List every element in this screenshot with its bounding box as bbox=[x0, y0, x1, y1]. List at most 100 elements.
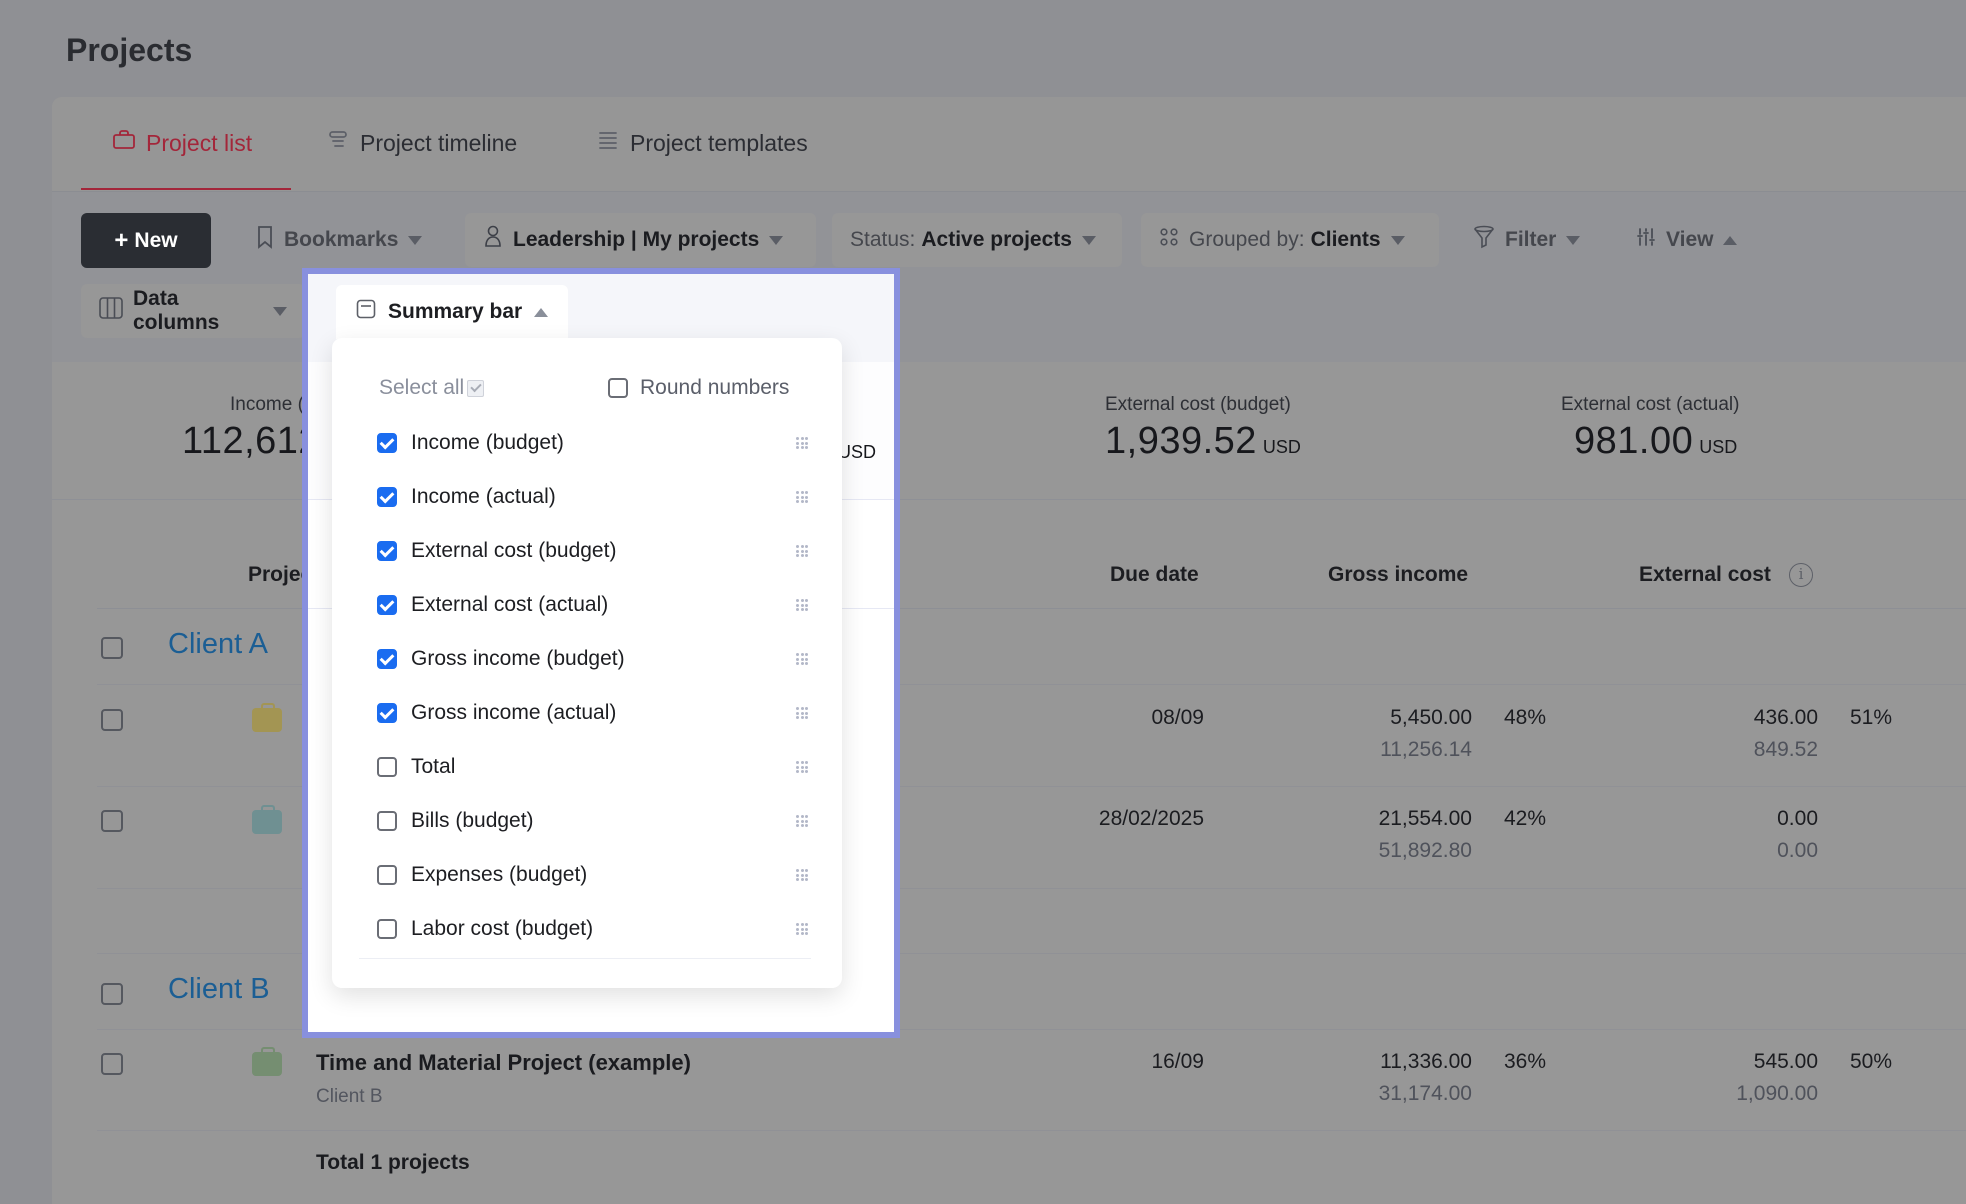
external-cost-budget: 1,090.00 bbox=[1736, 1082, 1818, 1105]
checkbox-unchecked[interactable] bbox=[377, 919, 397, 939]
summary-option[interactable]: Expenses (budget) bbox=[377, 855, 812, 895]
menu-divider bbox=[359, 958, 811, 959]
summary-option[interactable]: Gross income (actual) bbox=[377, 693, 812, 733]
summary-bar-label: Summary bar bbox=[388, 300, 523, 323]
scope-dropdown[interactable]: Leadership | My projects bbox=[465, 213, 816, 267]
drag-handle-icon[interactable] bbox=[796, 869, 812, 881]
summary-option-label: Income (actual) bbox=[411, 485, 556, 508]
group-checkbox[interactable] bbox=[101, 983, 123, 1005]
scope-label: Leadership | My projects bbox=[513, 228, 760, 251]
tab-project-timeline[interactable]: Project timeline bbox=[326, 128, 517, 158]
plus-icon: + bbox=[114, 226, 129, 254]
view-label: View bbox=[1666, 228, 1714, 251]
status-value: Active projects bbox=[921, 228, 1072, 251]
drag-handle-icon[interactable] bbox=[796, 599, 812, 611]
page-title: Projects bbox=[66, 32, 193, 68]
view-dropdown[interactable]: View bbox=[1618, 213, 1755, 267]
summary-option[interactable]: Income (actual) bbox=[377, 477, 812, 517]
checkbox-checked[interactable] bbox=[377, 703, 397, 723]
chevron-down-icon bbox=[769, 235, 784, 245]
group-checkbox[interactable] bbox=[101, 637, 123, 659]
tab-project-list[interactable]: Project list bbox=[112, 128, 252, 158]
summary-option[interactable]: External cost (actual) bbox=[377, 585, 812, 625]
summary-option[interactable]: Total bbox=[377, 747, 812, 787]
info-icon[interactable]: i bbox=[1789, 563, 1813, 587]
drag-handle-icon[interactable] bbox=[796, 923, 812, 935]
row-checkbox[interactable] bbox=[101, 1053, 123, 1075]
grouped-by-dropdown[interactable]: Grouped by: Clients bbox=[1141, 213, 1439, 267]
bookmark-icon bbox=[256, 225, 274, 255]
status-dropdown[interactable]: Status: Active projects bbox=[832, 213, 1122, 267]
column-header-due-date[interactable]: Due date bbox=[1110, 563, 1199, 587]
column-header-gross-income[interactable]: Gross income bbox=[1328, 563, 1468, 587]
drag-handle-icon[interactable] bbox=[796, 653, 812, 665]
chevron-up-icon bbox=[534, 307, 549, 317]
external-cost-value: 545.00 bbox=[1753, 1050, 1818, 1073]
bookmarks-dropdown[interactable]: Bookmarks bbox=[238, 213, 440, 267]
round-numbers-option[interactable]: Round numbers bbox=[608, 376, 789, 400]
summary-option-label: External cost (budget) bbox=[411, 539, 617, 562]
round-numbers-label: Round numbers bbox=[640, 376, 790, 399]
grouped-value: Clients bbox=[1310, 228, 1381, 251]
column-header-external-cost[interactable]: External cost bbox=[1639, 563, 1771, 587]
gross-income-percent: 36% bbox=[1504, 1050, 1547, 1073]
client-group-link[interactable]: Client A bbox=[168, 628, 268, 661]
select-all-checkbox[interactable] bbox=[467, 379, 485, 397]
grouped-prefix: Grouped by: bbox=[1189, 228, 1305, 251]
drag-handle-icon[interactable] bbox=[796, 491, 812, 503]
checkbox-checked[interactable] bbox=[377, 433, 397, 453]
project-client: Client B bbox=[316, 1086, 383, 1107]
select-all-option[interactable]: Select all bbox=[379, 376, 485, 400]
due-date: 28/02/2025 bbox=[1098, 807, 1204, 830]
checkbox-checked[interactable] bbox=[377, 487, 397, 507]
gross-income-budget: 11,256.14 bbox=[1380, 738, 1472, 761]
client-group-link[interactable]: Client B bbox=[168, 973, 270, 1006]
summary-option[interactable]: Gross income (budget) bbox=[377, 639, 812, 679]
external-cost-value: 0.00 bbox=[1777, 807, 1818, 830]
status-prefix: Status: bbox=[850, 228, 916, 251]
row-checkbox[interactable] bbox=[101, 709, 123, 731]
gross-income-budget: 31,174.00 bbox=[1378, 1082, 1472, 1105]
summary-option[interactable]: Bills (budget) bbox=[377, 801, 812, 841]
summary-option[interactable]: External cost (budget) bbox=[377, 531, 812, 571]
data-columns-dropdown[interactable]: Data columns bbox=[81, 284, 305, 338]
bookmarks-label: Bookmarks bbox=[284, 228, 399, 251]
checkbox-checked[interactable] bbox=[377, 541, 397, 561]
tab-label: Project list bbox=[146, 129, 253, 156]
drag-handle-icon[interactable] bbox=[796, 437, 812, 449]
gross-income-budget: 51,892.80 bbox=[1378, 839, 1472, 862]
user-icon bbox=[483, 224, 503, 256]
gross-income-value: 21,554.00 bbox=[1378, 807, 1472, 830]
gross-income-percent: 42% bbox=[1504, 807, 1547, 830]
checkbox-checked[interactable] bbox=[377, 649, 397, 669]
briefcase-icon bbox=[252, 703, 282, 732]
summary-option[interactable]: Labor cost (budget) bbox=[377, 909, 812, 949]
round-numbers-checkbox[interactable] bbox=[608, 378, 628, 398]
summary-value: 1,939.52 USD bbox=[1105, 420, 1301, 462]
list-icon bbox=[596, 128, 620, 158]
chevron-up-icon bbox=[1723, 235, 1738, 245]
checkbox-unchecked[interactable] bbox=[377, 865, 397, 885]
summary-label: External cost (budget) bbox=[1105, 394, 1291, 415]
filter-icon bbox=[1473, 225, 1495, 255]
external-cost-percent: 51% bbox=[1850, 706, 1893, 729]
checkbox-unchecked[interactable] bbox=[377, 757, 397, 777]
drag-handle-icon[interactable] bbox=[796, 707, 812, 719]
summary-bar-dropdown[interactable]: Summary bar bbox=[336, 285, 568, 339]
external-cost-value: 436.00 bbox=[1753, 706, 1818, 729]
summary-option[interactable]: Income (budget) bbox=[377, 423, 812, 463]
summary-option-label: Expenses (budget) bbox=[411, 863, 588, 886]
filter-dropdown[interactable]: Filter bbox=[1455, 213, 1598, 267]
briefcase-icon bbox=[252, 1047, 282, 1076]
checkbox-unchecked[interactable] bbox=[377, 811, 397, 831]
tab-project-templates[interactable]: Project templates bbox=[596, 128, 808, 158]
row-checkbox[interactable] bbox=[101, 810, 123, 832]
checkbox-checked[interactable] bbox=[377, 595, 397, 615]
new-button[interactable]: + New bbox=[81, 213, 211, 268]
drag-handle-icon[interactable] bbox=[796, 815, 812, 827]
project-name-link[interactable]: Time and Material Project (example) bbox=[316, 1050, 691, 1076]
drag-handle-icon[interactable] bbox=[796, 545, 812, 557]
columns-icon bbox=[99, 297, 123, 325]
timeline-icon bbox=[326, 128, 350, 158]
drag-handle-icon[interactable] bbox=[796, 761, 812, 773]
